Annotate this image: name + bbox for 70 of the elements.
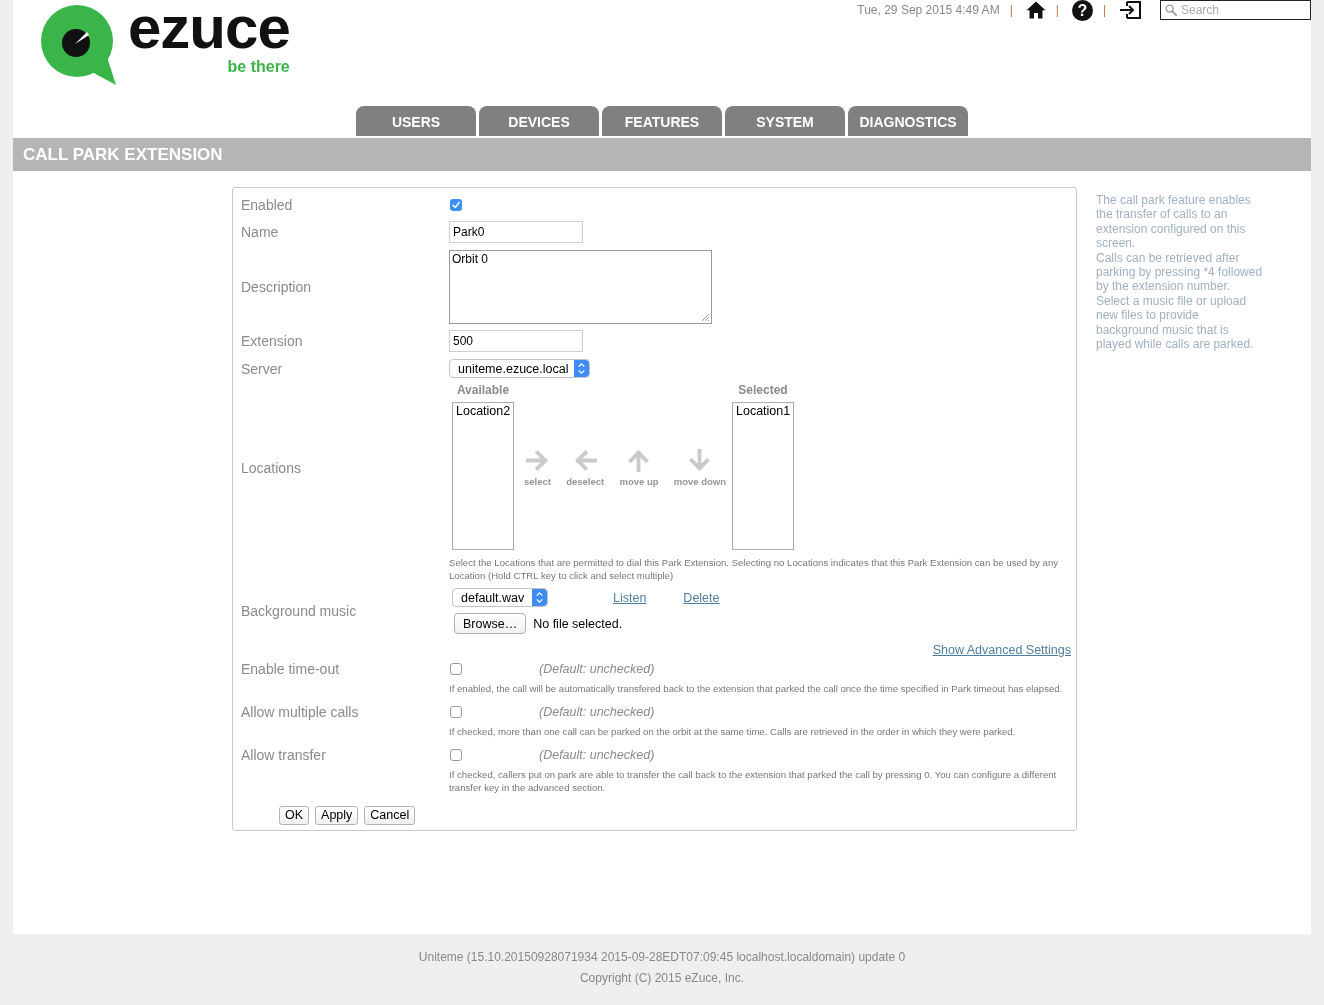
footer-text: Copyright (C) 2015 eZuce, Inc.	[579, 970, 745, 987]
tab[interactable]: SYSTEM	[725, 106, 845, 136]
down-arrow-icon	[687, 448, 713, 473]
help-text: Select the Locations that are permitted to dial this Park Extension. Selecting no Locations indicates that this Park Extension can be used by any Location (Hold CTRL key to click and select multiple)	[449, 556, 1060, 582]
logo-tagline: be there	[227, 58, 290, 76]
help-button[interactable]: ?	[1071, 0, 1093, 21]
default-note: (Default: unchecked)	[539, 662, 655, 676]
separator: |	[1055, 3, 1059, 17]
advanced-settings-link[interactable]: Show Advanced Settings	[932, 643, 1071, 657]
field-label: Enable time-out	[241, 661, 341, 677]
field-label: Enabled	[241, 196, 294, 214]
apply-button[interactable]: Apply	[315, 806, 359, 825]
checkbox[interactable]	[450, 199, 462, 211]
logo-wordmark: ezuce	[128, 2, 290, 54]
footer-text: Uniteme (15.10.20150928071934 2015-09-28EDT07:09:45 localhost.localdomain) update 0	[418, 949, 906, 966]
text-field[interactable]: Park0	[449, 221, 583, 243]
delete-link[interactable]: Delete	[683, 590, 720, 605]
help-text: If checked, more than one call can be parked on the orbit at the same time. Calls are retrieved in the order in which they were parked.	[449, 725, 1017, 738]
logout-icon[interactable]	[1119, 1, 1141, 19]
stepper-icon	[532, 589, 547, 606]
list-item[interactable]: Location1	[733, 404, 793, 419]
field-label: Allow transfer	[241, 747, 327, 763]
dropdown[interactable]: default.wav	[452, 588, 548, 607]
listen-link[interactable]: Listen	[613, 590, 647, 605]
tab[interactable]: USERS	[356, 106, 476, 136]
page-title: CALL PARK EXTENSION	[13, 138, 1311, 171]
field-label: Description	[241, 278, 313, 296]
file-status-text: No file selected.	[533, 616, 623, 631]
field-label: Background music	[241, 602, 358, 620]
checkbox[interactable]	[450, 706, 462, 718]
default-note: (Default: unchecked)	[539, 705, 655, 719]
search-field[interactable]: Search	[1160, 0, 1311, 20]
checkbox[interactable]	[450, 663, 462, 675]
ok-button[interactable]: OK	[279, 806, 310, 825]
speech-bubble-icon	[40, 5, 118, 85]
tab[interactable]: DIAGNOSTICS	[848, 106, 968, 136]
help-text: Calls can be retrieved after parking by pressing *4 followed by the extension number.	[1096, 250, 1263, 294]
field-label: Name	[241, 223, 280, 241]
up-arrow-icon	[626, 448, 652, 473]
tab[interactable]: DEVICES	[479, 106, 599, 136]
list-item[interactable]: Location2	[453, 404, 513, 419]
field-label: Server	[241, 359, 284, 378]
separator: |	[1102, 3, 1106, 17]
stepper-icon	[574, 360, 589, 377]
list-heading: Selected	[738, 382, 788, 398]
browse-button[interactable]: Browse…	[454, 613, 527, 634]
field-label: Locations	[241, 459, 302, 477]
list-box[interactable]: Location1	[732, 402, 794, 550]
resize-grip-icon[interactable]	[700, 312, 710, 322]
text-area[interactable]: Orbit 0	[449, 250, 712, 324]
list-box[interactable]: Location2	[452, 402, 514, 550]
list-heading: Available	[456, 382, 510, 398]
help-text: The call park feature enables the transfer of calls to an extension configured on this screen.	[1096, 193, 1252, 251]
left-arrow-icon	[572, 448, 598, 473]
field-label: Extension	[241, 332, 304, 350]
dropdown[interactable]: uniteme.ezuce.local	[449, 359, 590, 378]
help-text: If checked, callers put on park are able to transfer the call back to the extension that parked the call by pressing 0. You can configure a different transfer key in the advanced section.	[449, 768, 1058, 794]
date-time: Tue, 29 Sep 2015 4:49 AM	[857, 3, 1000, 17]
help-text: If enabled, the call will be automatically transfered back to the extension that parked the call once the time specified in Park timeout has elapsed.	[449, 682, 1064, 695]
tab[interactable]: FEATURES	[602, 106, 722, 136]
cancel-button[interactable]: Cancel	[364, 806, 416, 825]
default-note: (Default: unchecked)	[539, 748, 655, 762]
field-label: Allow multiple calls	[241, 704, 360, 720]
checkbox[interactable]	[450, 749, 462, 761]
text-field[interactable]: 500	[449, 330, 583, 352]
search-icon	[1165, 4, 1177, 16]
separator: |	[1009, 3, 1013, 17]
home-icon[interactable]	[1025, 1, 1046, 19]
help-text: Select a music file or upload new files to provide background music that is played while calls are parked.	[1096, 293, 1255, 352]
right-arrow-icon	[524, 448, 550, 473]
